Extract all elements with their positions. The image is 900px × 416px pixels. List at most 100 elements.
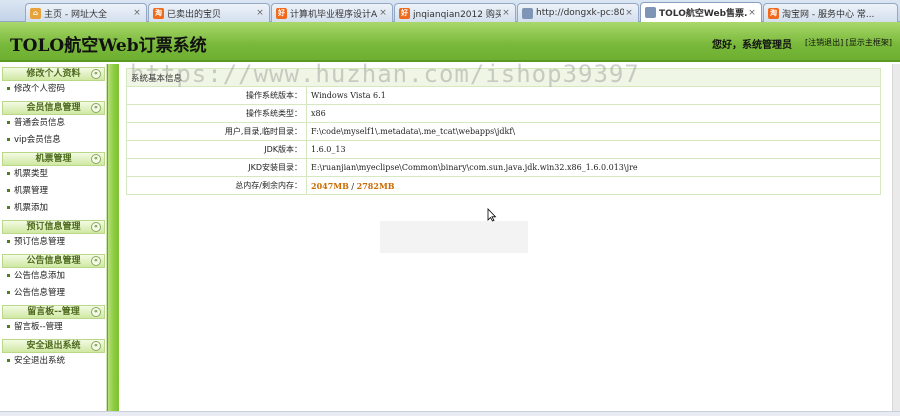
collapse-icon[interactable]: « [91, 103, 101, 113]
table-row: JDK版本： 1.6.0_13 [126, 140, 881, 159]
info-value: E:\ruanjian\myeclipse\Common\binary\com.… [306, 158, 881, 177]
sidebar-section-members: 会员信息管理 « 普通会员信息 vip会员信息 [2, 101, 105, 149]
info-key: 操作系统类型： [126, 104, 307, 123]
close-icon[interactable]: × [624, 8, 634, 18]
browser-tab-buyer[interactable]: 好 jnqianqian2012 购买... × [394, 3, 516, 22]
close-icon[interactable]: × [255, 8, 265, 18]
browser-tab-sold[interactable]: 淘 已卖出的宝贝 × [148, 3, 270, 22]
info-key: 总内存/剩余内存： [126, 176, 307, 195]
sidebar-section-header[interactable]: 留言板--管理 « [2, 305, 105, 319]
info-value: 1.6.0_13 [306, 140, 881, 159]
blank-placeholder [380, 221, 528, 253]
sidebar-item-label: vip会员信息 [14, 135, 61, 145]
collapse-icon[interactable]: « [91, 222, 101, 232]
mouse-cursor-icon [487, 208, 497, 222]
page-icon [645, 7, 656, 18]
browser-tab-program[interactable]: 好 计算机毕业程序设计A... × [271, 3, 393, 22]
main-scrollbar[interactable] [892, 64, 900, 412]
sidebar-section-bookings: 预订信息管理 « 预订信息管理 [2, 220, 105, 251]
bullet-icon [7, 87, 10, 90]
sidebar-item-label: 机票管理 [14, 186, 49, 196]
info-key: JDK版本： [126, 140, 307, 159]
tab-title: TOLO航空Web售票... [659, 9, 747, 19]
table-row: JKD安装目录： E:\ruanjian\myeclipse\Common\bi… [126, 158, 881, 177]
sidebar-section-notices: 公告信息管理 « 公告信息添加 公告信息管理 [2, 254, 105, 302]
collapse-icon[interactable]: « [91, 69, 101, 79]
browser-tab-taobao-service[interactable]: 淘 淘宝网 - 服务中心 常... [763, 3, 898, 22]
total-memory: 2047MB [311, 180, 349, 191]
frame-splitter[interactable] [107, 64, 119, 416]
tab-title: 计算机毕业程序设计A... [290, 9, 378, 20]
browser-tab-strip: ⌂ 主页 - 网址大全 × 淘 已卖出的宝贝 × 好 计算机毕业程序设计A...… [0, 0, 900, 22]
sidebar-section-header[interactable]: 公告信息管理 « [2, 254, 105, 268]
collapse-icon[interactable]: « [91, 307, 101, 317]
sidebar-section-messages: 留言板--管理 « 留言板--管理 [2, 305, 105, 336]
sidebar-item-bookings[interactable]: 预订信息管理 [2, 234, 105, 251]
table-row: 用户,目录,临时目录： F:\code\myself1\.metadata\.m… [126, 122, 881, 141]
section-title: 安全退出系统 [26, 341, 81, 351]
info-value: x86 [306, 104, 881, 123]
sidebar-item-messages[interactable]: 留言板--管理 [2, 319, 105, 336]
bottom-status-strip [0, 411, 900, 416]
browser-tab-localhost[interactable]: http://dongxk-pc:80... × [517, 3, 639, 22]
sidebar-item-change-password[interactable]: 修改个人密码 [2, 81, 105, 98]
sidebar-section-header[interactable]: 安全退出系统 « [2, 339, 105, 353]
watermark-text: https://www.huzhan.com/ishop39397 [130, 60, 640, 88]
tab-title: 已卖出的宝贝 [167, 9, 222, 20]
sidebar-item-label: 修改个人密码 [14, 84, 66, 94]
taobao-icon: 淘 [153, 7, 164, 19]
app-title: TOLO航空Web订票系统 [10, 36, 207, 56]
greeting-text: 您好，系统管理员 [712, 40, 792, 51]
info-key: JKD安装目录： [126, 158, 307, 177]
logout-link[interactable]: [注销退出] [805, 38, 843, 47]
section-title: 预订信息管理 [26, 222, 81, 232]
sidebar-section-header[interactable]: 机票管理 « [2, 152, 105, 166]
sidebar-item-vip-members[interactable]: vip会员信息 [2, 132, 105, 149]
tab-title: 主页 - 网址大全 [44, 9, 107, 20]
sidebar-section-profile: 修改个人资料 « 修改个人密码 [2, 67, 105, 98]
close-icon[interactable]: × [747, 8, 757, 18]
sidebar-section-header[interactable]: 预订信息管理 « [2, 220, 105, 234]
sidebar-section-header[interactable]: 修改个人资料 « [2, 67, 105, 81]
hao-icon: 好 [399, 7, 410, 19]
sidebar-item-ticket-types[interactable]: 机票类型 [2, 166, 105, 183]
close-icon[interactable]: × [132, 8, 142, 18]
sidebar-item-notice-manage[interactable]: 公告信息管理 [2, 285, 105, 302]
memory-value: 2047MB / 2782MB [306, 176, 881, 195]
bullet-icon [7, 121, 10, 124]
section-title: 机票管理 [35, 154, 72, 164]
info-value: Windows Vista 6.1 [306, 86, 881, 105]
section-title: 修改个人资料 [26, 69, 81, 79]
sidebar-item-ticket-manage[interactable]: 机票管理 [2, 183, 105, 200]
tab-title: 淘宝网 - 服务中心 常... [782, 9, 875, 20]
page-icon [522, 7, 533, 19]
sidebar-section-logout: 安全退出系统 « 安全退出系统 [2, 339, 105, 370]
collapse-icon[interactable]: « [91, 256, 101, 266]
sidebar-item-label: 机票类型 [14, 169, 49, 179]
collapse-icon[interactable]: « [91, 154, 101, 164]
info-key: 用户,目录,临时目录： [126, 122, 307, 141]
sidebar-item-normal-members[interactable]: 普通会员信息 [2, 115, 105, 132]
app-header: TOLO航空Web订票系统 您好，系统管理员 [注销退出] [显示主框架] [0, 22, 900, 62]
tab-title: http://dongxk-pc:80... [536, 8, 624, 18]
bullet-icon [7, 240, 10, 243]
bullet-icon [7, 291, 10, 294]
show-main-frame-link[interactable]: [显示主框架] [846, 38, 892, 47]
collapse-icon[interactable]: « [91, 341, 101, 351]
close-icon[interactable]: × [378, 8, 388, 18]
bullet-icon [7, 206, 10, 209]
sidebar-item-logout[interactable]: 安全退出系统 [2, 353, 105, 370]
sidebar-item-ticket-add[interactable]: 机票添加 [2, 200, 105, 217]
sidebar-item-notice-add[interactable]: 公告信息添加 [2, 268, 105, 285]
tab-title: jnqianqian2012 购买... [413, 9, 501, 20]
free-memory: 2782MB [356, 180, 395, 191]
section-title: 公告信息管理 [26, 256, 81, 266]
browser-tab-home[interactable]: ⌂ 主页 - 网址大全 × [25, 3, 147, 22]
close-icon[interactable]: × [501, 8, 511, 18]
bullet-icon [7, 172, 10, 175]
sidebar-item-label: 公告信息管理 [14, 288, 66, 298]
main-content: 系统基本信息 操作系统版本： Windows Vista 6.1 操作系统类型：… [119, 64, 892, 412]
info-value: F:\code\myself1\.metadata\.me_tcat\webap… [306, 122, 881, 141]
sidebar-section-header[interactable]: 会员信息管理 « [2, 101, 105, 115]
browser-tab-tolo[interactable]: TOLO航空Web售票... × [640, 2, 762, 22]
